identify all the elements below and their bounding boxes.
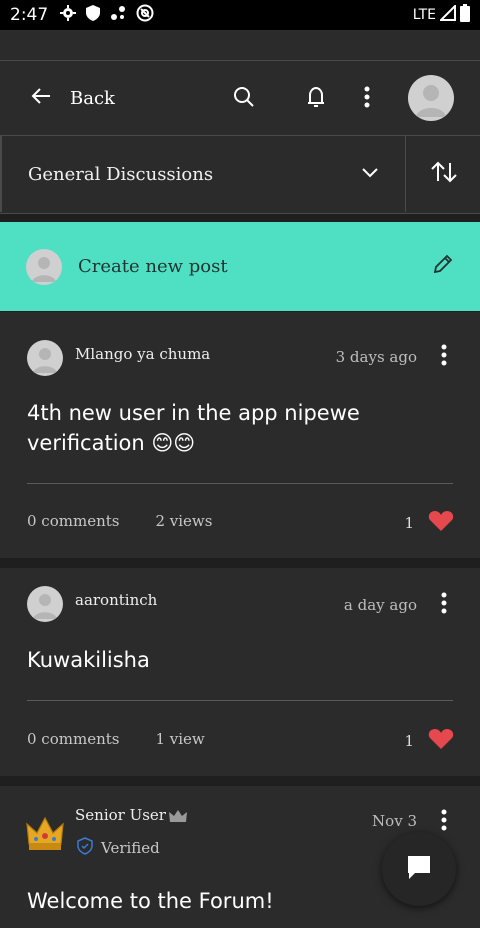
more-vertical-icon [364, 86, 370, 113]
bell-icon [305, 85, 327, 114]
post-more-button[interactable] [434, 809, 454, 836]
like-count: 1 [404, 514, 414, 532]
category-dropdown[interactable]: General Discussions [0, 136, 406, 212]
more-vertical-icon [441, 809, 447, 836]
shield-icon [86, 4, 101, 26]
create-post-label: Create new post [78, 256, 228, 277]
search-icon [233, 86, 255, 113]
more-options-button[interactable] [353, 85, 381, 113]
category-label: General Discussions [28, 163, 214, 185]
header-band [0, 30, 480, 60]
chat-fab[interactable] [382, 832, 456, 906]
author-avatar[interactable] [27, 586, 63, 622]
more-vertical-icon [441, 344, 447, 371]
post-divider [27, 700, 453, 701]
sync-icon [110, 5, 126, 26]
post-time: a day ago [343, 596, 417, 614]
filter-bar: General Discussions [0, 136, 480, 214]
like-button[interactable]: 1 [404, 510, 454, 536]
search-button[interactable] [230, 85, 258, 113]
post-stats: 0 comments 1 view [27, 730, 205, 748]
author-avatar[interactable] [27, 340, 63, 376]
author-name[interactable]: Senior User [75, 806, 166, 824]
author-name[interactable]: aarontinch [75, 591, 157, 609]
post-time: Nov 3 [372, 812, 417, 830]
post-time: 3 days ago [335, 348, 417, 366]
view-count: 2 views [155, 512, 213, 530]
more-vertical-icon [441, 592, 447, 619]
post-header: Mlango ya chuma [27, 340, 210, 376]
status-bar: 2:47 LTE [0, 0, 480, 30]
post-header: aarontinch [27, 586, 157, 622]
comment-count: 0 comments [27, 730, 120, 748]
post-title[interactable]: Welcome to the Forum! [27, 886, 447, 916]
top-app-bar: Back [0, 60, 480, 136]
profile-avatar[interactable] [408, 75, 454, 121]
create-post-bar[interactable]: Create new post [0, 222, 480, 311]
arrow-left-icon [30, 85, 52, 112]
verified-label: Verified [101, 839, 160, 857]
network-label: LTE [412, 7, 436, 23]
at-sign-icon [136, 4, 154, 27]
battery-icon [460, 4, 470, 26]
post-card[interactable]: aarontinch a day ago Kuwakilisha 0 comme… [0, 568, 480, 776]
post-more-button[interactable] [434, 592, 454, 619]
crown-avatar-icon[interactable] [26, 816, 64, 857]
shield-check-icon [77, 837, 93, 859]
status-time: 2:47 [10, 5, 49, 25]
pencil-icon[interactable] [432, 253, 454, 280]
crown-badge-icon [169, 809, 187, 828]
heart-icon [428, 728, 454, 754]
chat-bubble-icon [405, 853, 433, 886]
author-name[interactable]: Mlango ya chuma [75, 345, 210, 363]
user-avatar [26, 248, 62, 285]
post-stats: 0 comments 2 views [27, 512, 212, 530]
notifications-button[interactable] [302, 85, 330, 113]
view-count: 1 view [155, 730, 205, 748]
like-button[interactable]: 1 [404, 728, 454, 754]
comment-count: 0 comments [27, 512, 120, 530]
signal-icon [438, 3, 456, 25]
verified-badge: Verified [77, 837, 160, 859]
settings-icon [60, 4, 77, 26]
post-title[interactable]: 4th new user in the app nipewe verificat… [27, 398, 447, 458]
post-divider [27, 483, 453, 484]
back-button[interactable]: Back [30, 85, 115, 112]
post-card[interactable]: Mlango ya chuma 3 days ago 4th new user … [0, 312, 480, 558]
back-label: Back [70, 88, 115, 109]
heart-icon [428, 510, 454, 536]
post-title[interactable]: Kuwakilisha [27, 645, 447, 675]
sort-button[interactable] [407, 136, 480, 212]
chevron-down-icon [361, 165, 379, 183]
sort-arrows-icon [430, 161, 458, 188]
post-more-button[interactable] [434, 344, 454, 371]
like-count: 1 [404, 732, 414, 750]
